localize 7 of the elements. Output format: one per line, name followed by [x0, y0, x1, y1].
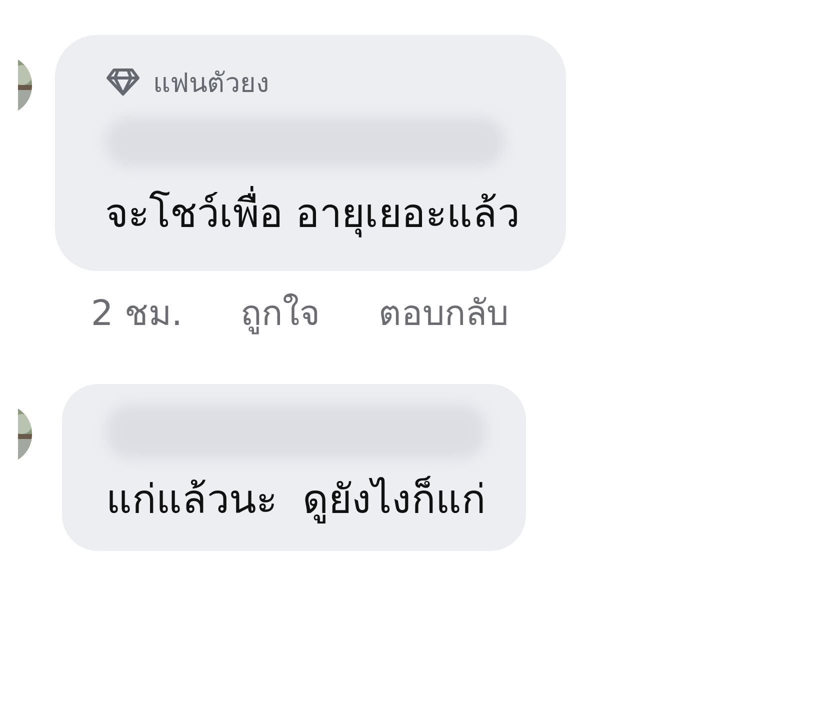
comment-time: 2 ชม.: [91, 293, 183, 336]
comment-text: แก่แล้วนะ ดูยังไงก็แก่: [106, 474, 486, 526]
comment-text: จะโชว์เพื่อ อายุเยอะแล้ว: [105, 185, 520, 243]
fan-label: แฟนตัวยง: [153, 66, 269, 100]
reply-link[interactable]: ตอบกลับ: [378, 285, 509, 340]
diamond-icon: [105, 67, 141, 97]
like-link[interactable]: ถูกใจ: [240, 285, 321, 340]
